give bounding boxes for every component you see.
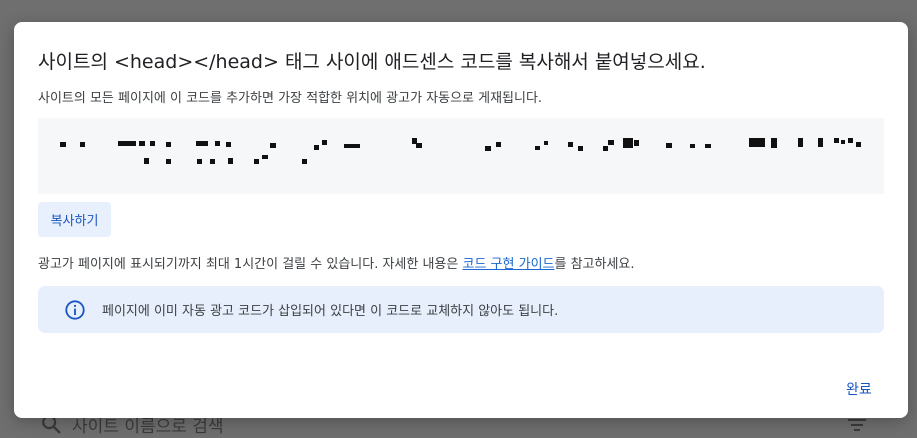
info-circle-icon: [65, 299, 85, 320]
dialog-description: 사이트의 모든 페이지에 이 코드를 추가하면 가장 적합한 위치에 광고가 자…: [38, 91, 543, 106]
adsense-code-dialog: 사이트의 <head></head> 태그 사이에 애드센스 코드를 복사해서 …: [14, 22, 908, 418]
dialog-title: 사이트의 <head></head> 태그 사이에 애드센스 코드를 복사해서 …: [38, 51, 706, 73]
note-suffix: 를 참고하세요.: [554, 257, 635, 272]
activation-note: 광고가 페이지에 표시되기까지 최대 1시간이 걸릴 수 있습니다. 자세한 내…: [38, 253, 635, 272]
copy-button[interactable]: 복사하기: [38, 202, 111, 237]
code-guide-link[interactable]: 코드 구현 가이드: [463, 257, 555, 272]
filter-icon: [848, 419, 866, 431]
note-prefix: 광고가 페이지에 표시되기까지 최대 1시간이 걸릴 수 있습니다. 자세한 내…: [38, 257, 463, 272]
info-text: 페이지에 이미 자동 광고 코드가 삽입되어 있다면 이 코드로 교체하지 않아…: [102, 304, 559, 319]
code-snippet-box[interactable]: [38, 118, 890, 194]
info-banner: 페이지에 이미 자동 광고 코드가 삽입되어 있다면 이 코드로 교체하지 않아…: [38, 286, 884, 333]
done-button[interactable]: 완료: [846, 379, 872, 399]
redacted-code-graphic: [60, 118, 890, 194]
